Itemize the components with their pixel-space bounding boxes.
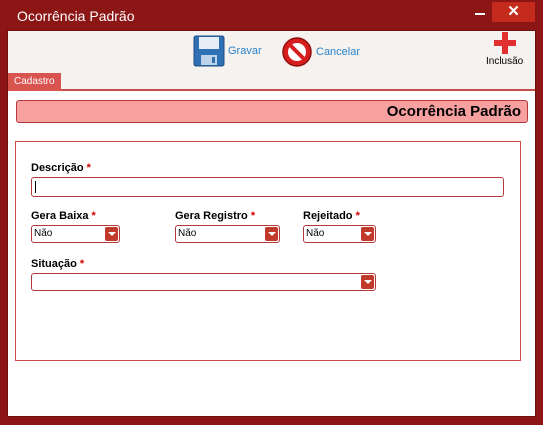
gera-baixa-select[interactable]: Não — [31, 225, 120, 243]
dropdown-arrow-icon[interactable] — [265, 227, 278, 241]
close-button[interactable]: ✕ — [492, 2, 535, 22]
form-header-title: Ocorrência Padrão — [386, 103, 521, 120]
gera-registro-value: Não — [178, 228, 197, 239]
window: Ocorrência Padrão ✕ Gravar Cancelar Incl… — [0, 0, 543, 425]
required-mark: * — [86, 162, 91, 174]
form-header-bar: Ocorrência Padrão — [16, 100, 528, 123]
rejeitado-label: Rejeitado * — [303, 210, 360, 222]
toolbar: Gravar Cancelar Inclusão — [8, 31, 535, 73]
cancel-icon — [282, 37, 312, 67]
required-mark: * — [250, 210, 256, 222]
descricao-label-text: Descrição — [31, 162, 84, 174]
situacao-label-text: Situação — [31, 258, 77, 270]
descricao-input[interactable] — [31, 177, 504, 197]
add-icon — [493, 32, 516, 54]
minimize-icon — [475, 13, 485, 15]
form-panel: Descrição * Gera Baixa * Não Gera Regist… — [15, 141, 521, 361]
situacao-label: Situação * — [31, 258, 84, 270]
gera-baixa-label: Gera Baixa * — [31, 210, 96, 222]
minimize-button[interactable] — [470, 2, 490, 20]
gera-registro-select[interactable]: Não — [175, 225, 280, 243]
dropdown-arrow-icon[interactable] — [361, 275, 374, 289]
cancel-label: Cancelar — [316, 46, 361, 58]
window-title: Ocorrência Padrão — [17, 8, 135, 24]
new-button[interactable]: Inclusão — [486, 31, 523, 67]
cancel-button[interactable]: Cancelar — [281, 36, 360, 68]
gera-registro-label-text: Gera Registro — [175, 210, 248, 222]
rejeitado-label-text: Rejeitado — [303, 210, 353, 222]
situacao-select[interactable] — [31, 273, 376, 291]
tab-strip: Cadastro — [8, 73, 535, 91]
text-caret — [35, 181, 36, 193]
new-label: Inclusão — [486, 56, 524, 67]
window-client: Gravar Cancelar Inclusão Cadastro Ocorrê… — [7, 30, 536, 417]
required-mark: * — [79, 258, 85, 270]
title-bar[interactable]: Ocorrência Padrão ✕ — [0, 0, 543, 30]
dropdown-arrow-icon[interactable] — [361, 227, 374, 241]
descricao-label: Descrição * — [31, 162, 91, 174]
tab-cadastro[interactable]: Cadastro — [8, 73, 61, 91]
close-icon: ✕ — [507, 3, 520, 20]
save-icon — [193, 35, 225, 67]
required-mark: * — [355, 210, 360, 222]
gera-registro-label: Gera Registro * — [175, 210, 255, 222]
required-mark: * — [91, 210, 96, 222]
save-label: Gravar — [228, 45, 262, 57]
gera-baixa-value: Não — [34, 228, 53, 239]
dropdown-arrow-icon[interactable] — [105, 227, 118, 241]
gera-baixa-label-text: Gera Baixa — [31, 210, 89, 222]
save-button[interactable]: Gravar — [193, 35, 262, 67]
rejeitado-select[interactable]: Não — [303, 225, 376, 243]
rejeitado-value: Não — [306, 228, 325, 239]
